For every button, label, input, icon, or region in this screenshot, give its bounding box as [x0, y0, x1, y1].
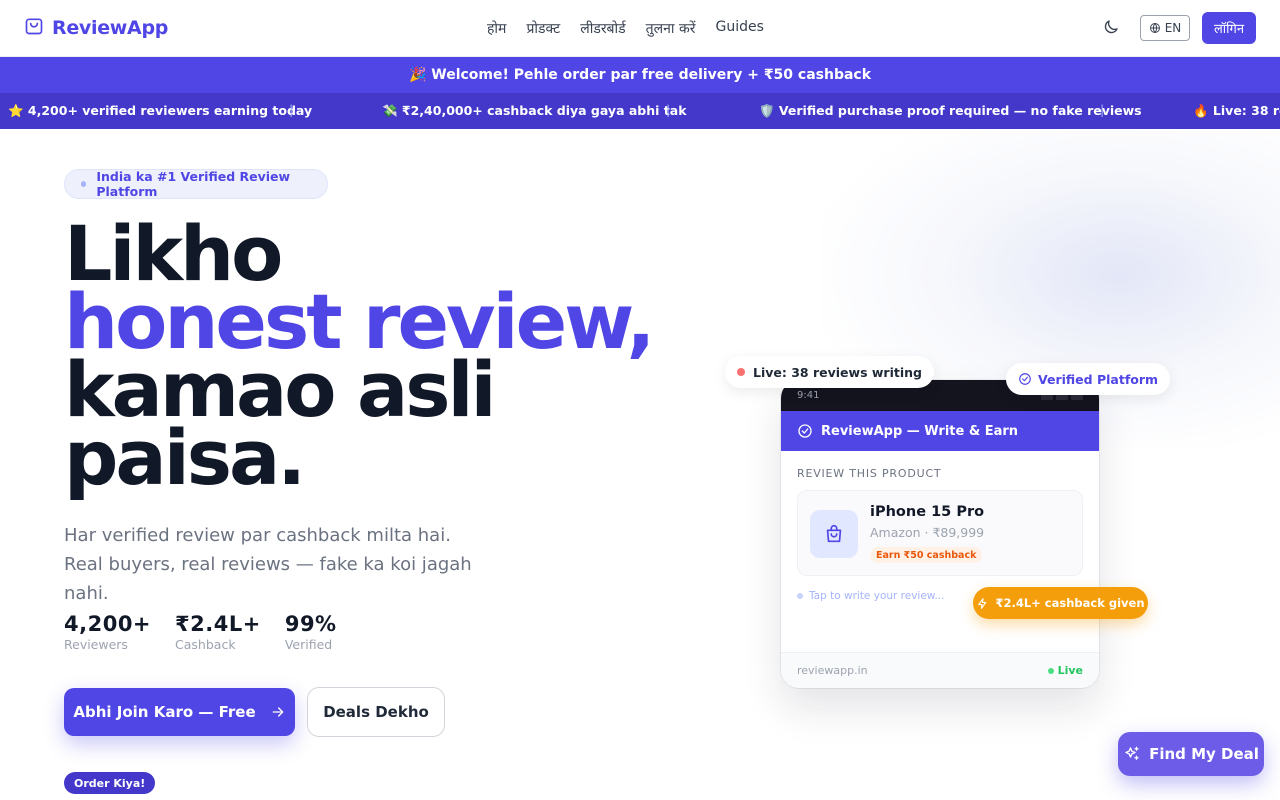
language-label: EN — [1164, 21, 1182, 35]
lightning-icon — [978, 597, 987, 609]
stat-reviewers: 4,200+ Reviewers — [64, 612, 151, 652]
brand-logo[interactable]: ReviewApp — [24, 16, 168, 40]
phone-body: REVIEW THIS PRODUCT iPhone 15 Pro Amazon… — [781, 451, 1099, 602]
signal-icon — [1041, 394, 1083, 401]
page: ReviewApp होम प्रोडक्ट लीडरबोर्ड तुलना क… — [0, 0, 1280, 800]
hero-subtext: Har verified review par cashback milta h… — [64, 525, 472, 604]
ticker-bar: ⭐ 4,200+ verified reviewers earning toda… — [0, 93, 1280, 129]
nav-link-leaderboard[interactable]: लीडरबोर्ड — [580, 19, 625, 38]
phone-mockup: 9:41 ReviewApp — Write & Earn REVIEW THI… — [781, 380, 1099, 688]
language-button[interactable]: EN — [1140, 15, 1190, 41]
ticker-separator: | — [289, 102, 294, 117]
live-dot — [1047, 667, 1054, 674]
ticker-separator: | — [666, 102, 671, 117]
shopping-bag-icon — [24, 16, 44, 40]
live-label: Live — [1057, 664, 1083, 677]
deals-button[interactable]: Deals Dekho — [307, 687, 445, 737]
theme-toggle-button[interactable] — [1102, 18, 1122, 38]
find-my-deal-button[interactable]: Find My Deal — [1118, 732, 1264, 776]
stat-label: Cashback — [175, 637, 236, 652]
ticker-item: 🛡️ Verified purchase proof required — no… — [759, 103, 1142, 118]
product-price: Amazon · ₹89,999 — [870, 525, 985, 540]
earn-cashback-badge: Earn ₹50 cashback — [870, 547, 983, 563]
stat-cashback: ₹2.4L+ Cashback — [175, 612, 261, 652]
nav-link-home[interactable]: होम — [487, 19, 506, 38]
top-nav: ReviewApp होम प्रोडक्ट लीडरबोर्ड तुलना क… — [0, 0, 1280, 57]
nav-link-products[interactable]: प्रोडक्ट — [526, 19, 560, 38]
live-writing-chip: Live: 38 reviews writing — [725, 356, 934, 388]
live-status: Live — [1047, 664, 1083, 677]
ticker-item: 💸 ₹2,40,000+ cashback diya gaya abhi tak — [382, 103, 687, 118]
check-circle-icon — [1019, 373, 1031, 385]
globe-icon — [1149, 23, 1160, 33]
login-button[interactable]: लॉगिन — [1202, 12, 1256, 44]
phone-footer: reviewapp.in Live — [781, 652, 1099, 688]
arrow-right-icon — [272, 707, 283, 717]
phone-header-title: ReviewApp — Write & Earn — [821, 423, 1019, 439]
ticker-item: 🔥 Live: 38 revi — [1193, 103, 1280, 118]
hero-pill-badge: India ka #1 Verified Review Platform — [64, 169, 328, 199]
welcome-banner: 🎉 Welcome! Pehle order par free delivery… — [0, 57, 1280, 93]
live-dot — [737, 368, 745, 376]
stat-value: 99% — [284, 612, 337, 636]
live-chip-label: Live: 38 reviews writing — [753, 364, 922, 380]
product-bag-icon — [810, 510, 858, 558]
hint-text: Tap to write your review... — [809, 590, 945, 602]
join-free-label: Abhi Join Karo — Free — [73, 703, 256, 721]
check-circle-icon — [798, 424, 812, 438]
pill-dot — [81, 181, 87, 187]
stat-label: Verified — [284, 637, 333, 652]
order-toast-badge: Order Kiya! — [64, 772, 156, 794]
product-name: iPhone 15 Pro — [870, 504, 985, 520]
stat-value: 4,200+ — [64, 612, 152, 636]
phone-time: 9:41 — [797, 390, 820, 401]
stat-verified: 99% Verified — [285, 612, 337, 652]
join-free-button[interactable]: Abhi Join Karo — Free — [64, 688, 295, 736]
product-card[interactable]: iPhone 15 Pro Amazon · ₹89,999 Earn ₹50 … — [797, 490, 1083, 576]
brand-name: ReviewApp — [52, 17, 169, 39]
main-menu: होम प्रोडक्ट लीडरबोर्ड तुलना करें Guides — [487, 19, 764, 38]
hero-stats: 4,200+ Reviewers ₹2.4L+ Cashback 99% Ver… — [64, 612, 337, 652]
verified-chip-label: Verified Platform — [1038, 371, 1159, 387]
ticker-separator: | — [1100, 102, 1105, 117]
moon-icon — [1104, 20, 1118, 34]
nav-link-guides[interactable]: Guides — [715, 19, 763, 38]
stat-value: ₹2.4L+ — [175, 612, 261, 636]
sparkles-icon — [1125, 746, 1139, 760]
find-deal-label: Find My Deal — [1149, 745, 1259, 763]
nav-link-compare[interactable]: तुलना करें — [646, 19, 696, 38]
ticker-item: ⭐ 4,200+ verified reviewers earning toda… — [8, 103, 313, 118]
section-label: REVIEW THIS PRODUCT — [797, 467, 942, 480]
phone-app-header: ReviewApp — Write & Earn — [781, 411, 1099, 451]
headline-line-4: paisa. — [64, 413, 306, 502]
cashback-chip-label: ₹2.4L+ cashback given — [995, 596, 1145, 610]
cashback-given-chip: ₹2.4L+ cashback given — [973, 587, 1148, 619]
hint-dot — [797, 593, 803, 599]
hero-headline: Likho honest review, kamao asli paisa. — [64, 216, 655, 502]
footer-url: reviewapp.in — [797, 664, 868, 677]
pill-label: India ka #1 Verified Review Platform — [96, 169, 291, 199]
verified-platform-chip: Verified Platform — [1006, 363, 1171, 395]
stat-label: Reviewers — [64, 637, 128, 652]
